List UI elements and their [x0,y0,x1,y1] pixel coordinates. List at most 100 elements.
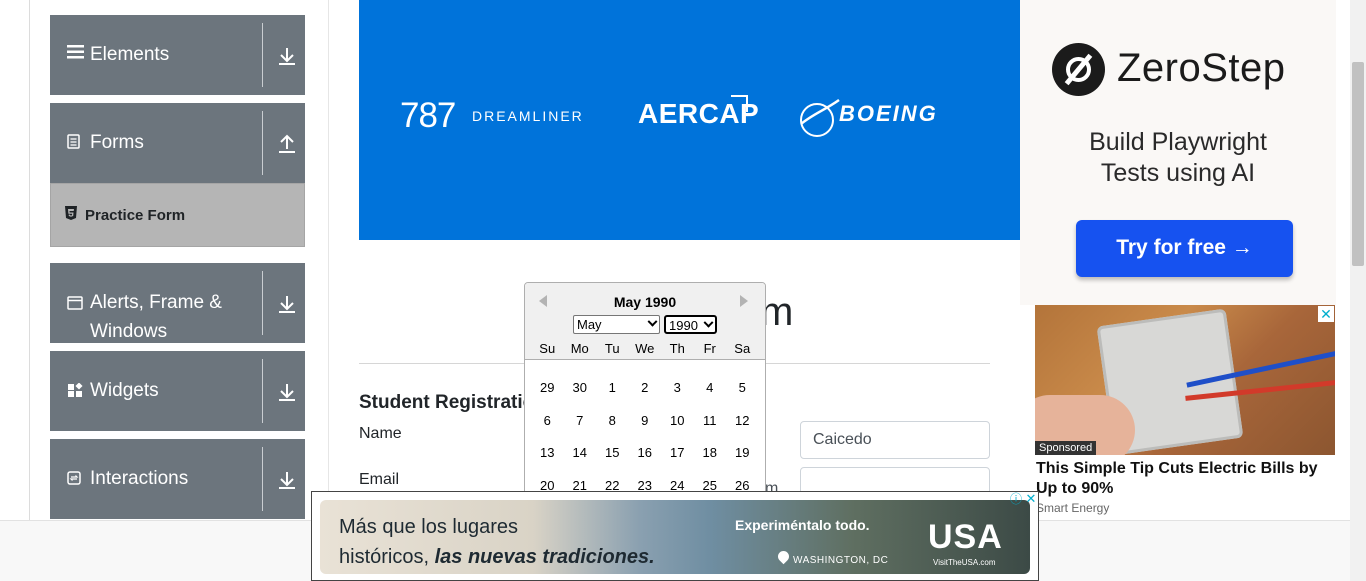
day-cell[interactable]: 1 [596,376,629,400]
ad-brand: ZeroStep [1117,46,1286,90]
download-icon[interactable] [276,469,298,491]
sidebar-right-rule [328,0,329,520]
day-cell[interactable]: 17 [661,441,694,465]
ad-line: Tests using AI [1100,159,1256,187]
day-cell[interactable]: 7 [564,409,597,433]
day-cell[interactable]: 8 [596,409,629,433]
day-cell[interactable]: 12 [726,409,759,433]
weekday-label: Sa [734,341,751,356]
day-cell[interactable]: 10 [661,409,694,433]
html-icon [65,206,77,220]
logo-787: 787 [400,96,456,135]
ad-line: Más que los lugares [339,516,518,538]
day-cell[interactable]: 16 [629,441,662,465]
year-select-value: 1990 [669,318,698,333]
sidebar-group-label: Widgets [90,380,159,401]
divider [262,111,263,175]
ad-source: Smart Energy [1036,501,1110,515]
divider [262,271,263,335]
sidebar-group-forms[interactable]: Forms [50,103,305,183]
chevron-down-icon [703,317,714,328]
chevron-down-icon [647,316,658,327]
top-banner-ad[interactable]: 787 DREAMLINER AERCAP BOEING [359,0,1020,240]
day-cell[interactable]: 5 [726,376,759,400]
sidebar-left-rule [29,0,30,520]
date-picker-popup: May 1990 May 1990 Su Mo Tu We Th Fr Sa 2… [524,282,766,522]
name-label: Name [359,425,402,442]
try-for-free-button[interactable]: Try for free → [1076,220,1293,277]
day-cell[interactable]: 2 [629,376,662,400]
ad-image[interactable] [1035,305,1335,455]
sidebar-item-label: Practice Form [85,207,186,224]
day-cell[interactable]: 6 [531,409,564,433]
day-cell[interactable]: 3 [661,376,694,400]
weekday-label: Th [669,341,685,356]
month-select[interactable]: May [573,315,660,334]
sidebar-group-label: Forms [90,132,144,153]
day-cell[interactable]: 9 [629,409,662,433]
download-icon[interactable] [276,381,298,403]
day-cell[interactable]: 30 [564,376,597,400]
week-row: 29 30 1 2 3 4 5 [531,376,759,400]
ad-line-2: históricos, las nuevas tradiciones. [339,546,655,569]
sidebar-item-practice-form[interactable]: Practice Form [50,183,305,247]
divider [262,359,263,423]
date-picker-header: May 1990 May 1990 Su Mo Tu We Th Fr Sa [525,283,765,360]
logo-dreamliner: DREAMLINER [472,108,584,124]
ad-photo: Más que los lugares históricos, las nuev… [320,500,1030,574]
sponsored-badge: Sponsored [1035,441,1097,455]
interactions-icon [67,471,81,490]
zerostep-ad[interactable]: ZeroStep Build Playwright Tests using AI… [1020,0,1336,305]
close-icon[interactable]: ✕ [1318,306,1334,322]
week-row: 13 14 15 16 17 18 19 [531,441,759,465]
ad-tagline: Experiméntalo todo. [735,517,870,533]
sidebar-group-alerts[interactable]: Alerts, Frame & Windows [50,263,305,343]
weekday-label: We [635,341,655,356]
hamburger-icon [67,45,84,64]
aercap-corner-icon [731,95,748,112]
day-cell[interactable]: 11 [694,409,727,433]
adchoices-icon[interactable]: ⓘ [1008,492,1024,506]
sidebar-group-label: Alerts, Frame & [90,292,222,313]
year-select[interactable]: 1990 [664,315,717,334]
last-name-input[interactable]: Caicedo [800,421,990,459]
boeing-logo-icon [800,98,840,137]
sidebar-group-elements[interactable]: Elements [50,15,305,95]
divider [262,23,263,87]
sidebar-group-widgets[interactable]: Widgets [50,351,305,431]
upload-icon[interactable] [276,133,298,155]
logo-boeing: BOEING [839,101,938,126]
ad-line: Build Playwright [1089,128,1267,156]
ad-location: WASHINGTON, DC [793,555,889,566]
next-month-icon[interactable] [740,295,748,307]
weekday-label: Fr [703,341,716,356]
ad-brand-usa: USA [928,518,1003,556]
day-cell[interactable]: 18 [694,441,727,465]
weekday-label: Tu [604,341,620,356]
ad-headline[interactable]: This Simple Tip Cuts Electric Bills by U… [1036,459,1336,499]
sidebar-group-label: Elements [90,44,170,65]
bottom-banner-ad[interactable]: Más que los lugares históricos, las nuev… [311,491,1039,581]
ad-line-bold: las nuevas tradiciones. [434,546,655,568]
day-cell[interactable]: 14 [564,441,597,465]
month-select-value: May [577,317,602,332]
weekday-label: Mo [570,341,589,356]
day-cell[interactable]: 15 [596,441,629,465]
day-cell[interactable]: 19 [726,441,759,465]
scrollbar-thumb[interactable] [1352,62,1364,266]
sidebar-group-label: Interactions [90,468,189,489]
week-row: 6 7 8 9 10 11 12 [531,409,759,433]
day-cell[interactable]: 13 [531,441,564,465]
sidebar-group-interactions[interactable]: Interactions [50,439,305,519]
zerostep-logo-icon [1052,43,1105,96]
email-label: Email [359,471,400,488]
download-icon[interactable] [276,45,298,67]
weekday-header: Su Mo Tu We Th Fr Sa [531,341,759,356]
day-cell[interactable]: 29 [531,376,564,400]
ad-brand-sub: VisitTheUSA.com [933,558,996,567]
day-cell[interactable]: 4 [694,376,727,400]
window-icon [67,296,83,315]
form-subtitle: Student Registratio [359,392,535,413]
close-icon[interactable]: ✕ [1024,492,1038,506]
download-icon[interactable] [276,293,298,315]
